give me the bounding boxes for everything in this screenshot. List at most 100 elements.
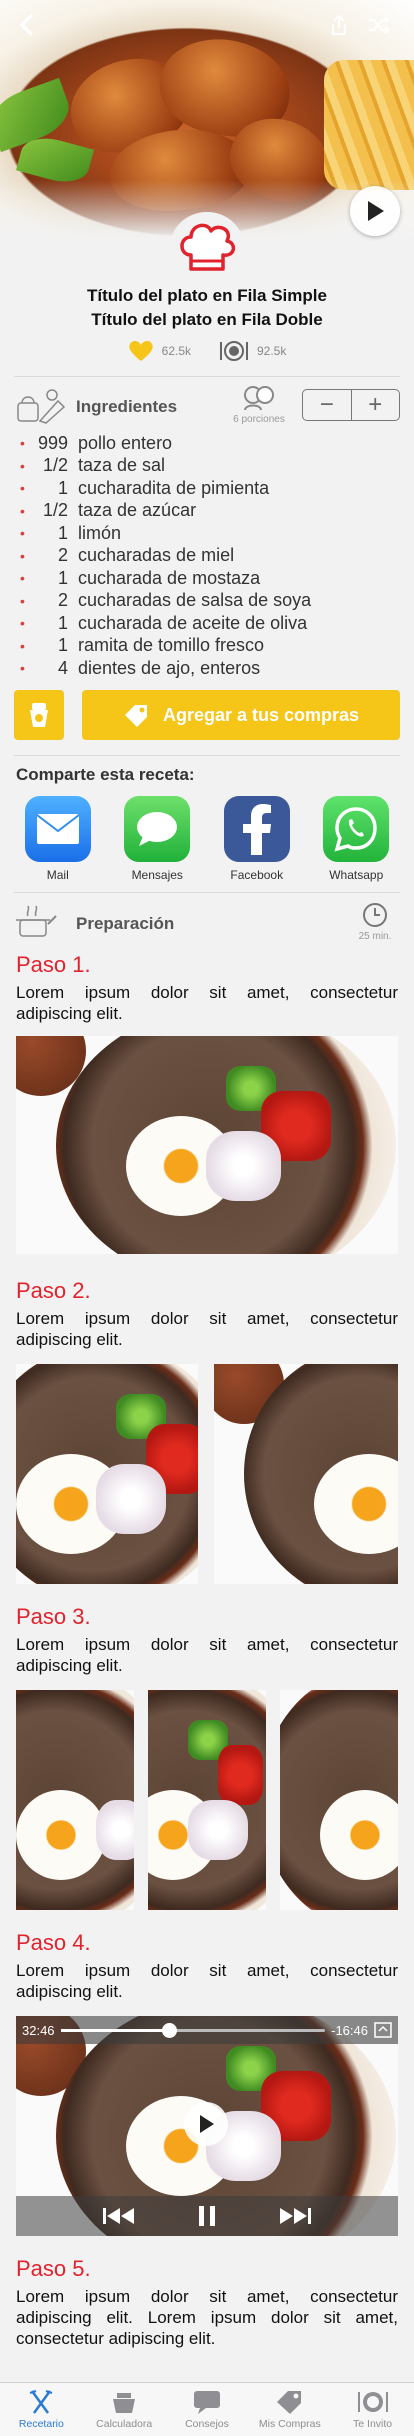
tab-consejos[interactable]: Consejos [166,2383,249,2436]
share-mail-button[interactable]: Mail [18,796,98,882]
step-5-label: Paso 5. [16,2256,91,2281]
share-whatsapp-button[interactable]: Whatsapp [316,796,396,882]
ingredient-text: cucharada de mostaza [78,567,261,588]
prep-time: 25 min. [350,902,400,942]
recipe-title-line1: Título del plato en Fila Simple [87,286,327,305]
ingredient-text: cucharadas de salsa de soya [78,590,312,611]
bullet-icon: • [20,615,25,632]
step-2-photo-2 [214,1364,398,1584]
video-top-bar: 32:46 -16:46 [16,2016,398,2044]
portions-stepper[interactable]: − + [302,389,400,421]
chef-hat-logo [170,212,244,282]
servings-count: 92.5k [257,344,287,358]
plate-icon [357,2392,388,2412]
ingredient-item: • 2 cucharadas de miel [20,545,400,568]
share-messages-button[interactable]: Mensajes [117,796,197,882]
share-row: Mail Mensajes Facebook Whatsapp [0,796,414,882]
ingredient-text: dientes de ajo, enteros [78,657,261,678]
step-5-text: Lorem ipsum dolor sit amet, consectetur … [16,2287,398,2348]
pause-icon[interactable] [198,2205,216,2227]
portions-label: 6 porciones [233,414,285,425]
increase-portions-button[interactable]: + [352,390,400,420]
ingredients-icon [17,389,66,424]
ingredient-qty: 1 [57,522,68,543]
video-controls [16,2196,398,2236]
ingredients-list: • 999 pollo entero • 1/2 taza de sal • 1 cuchara… [20,432,400,680]
tab-recetario[interactable]: Recetario [0,2383,83,2436]
ingredient-qty: 4 [57,657,68,678]
step-3-text: Lorem ipsum dolor sit amet, consectetur … [16,1635,398,1675]
ingredient-text: limón [78,522,122,543]
cart-row: Agregar a tus compras [14,690,400,740]
step-1-label: Paso 1. [16,952,91,977]
scale-icon [30,703,48,727]
fast-forward-icon[interactable] [278,2207,312,2225]
bullet-icon: • [20,435,25,452]
step-1-photo [16,1036,398,1254]
play-video-button[interactable] [350,186,400,236]
tab-label: Mis Compras [258,2418,321,2430]
ingredient-item: • 4 dientes de ajo, enteros [20,657,400,680]
ingredient-item: • 1/2 taza de azúcar [20,500,400,523]
shuffle-button[interactable] [364,10,394,40]
ingredient-qty: 2 [57,590,68,611]
step-2-photo-1 [16,1364,198,1584]
bullet-icon: • [20,660,25,677]
tab-label: Consejos [185,2418,229,2430]
messages-icon [137,812,178,846]
servings-stat: 92.5k [219,340,286,362]
prep-time-label: 25 min. [358,931,392,942]
tab-label: Recetario [18,2418,64,2430]
ingredient-text: cucharada de aceite de oliva [78,612,308,633]
heart-icon [128,341,153,361]
facebook-icon [242,804,271,855]
whatsapp-icon [334,807,378,852]
bullet-icon: • [20,480,25,497]
step-1-text: Lorem ipsum dolor sit amet, consectetur … [16,983,398,1023]
add-to-shopping-list-button[interactable]: Agregar a tus compras [82,690,400,740]
rewind-icon[interactable] [102,2207,136,2225]
share-button[interactable] [324,10,354,40]
mail-icon [36,814,80,844]
bullet-icon: • [20,592,25,609]
video-elapsed: 32:46 [22,2022,55,2038]
shuffle-icon [369,16,390,34]
tab-calculadora[interactable]: Calculadora [83,2383,166,2436]
ingredient-item: • 999 pollo entero [20,432,400,455]
divider [14,892,400,893]
ingredient-item: • 1 limón [20,522,400,545]
ingredient-item: • 1/2 taza de sal [20,455,400,478]
tab-te-invito[interactable]: Te Invito [331,2383,414,2436]
video-remaining: -16:46 [331,2022,368,2038]
share-label: Mensajes [131,868,183,882]
ingredient-item: • 1 ramita de tomillo fresco [20,635,400,658]
scrubber-knob[interactable] [162,2022,178,2038]
decrease-portions-button[interactable]: − [303,390,352,420]
scale-icon [113,2393,136,2413]
ingredient-text: cucharadita de pimienta [78,477,270,498]
step-4-video[interactable]: 32:46 -16:46 [16,2016,398,2236]
add-to-shopping-list-label: Agregar a tus compras [162,704,360,725]
step-3-label: Paso 3. [16,1604,91,1629]
ingredient-item: • 1 cucharada de aceite de oliva [20,612,400,635]
step-2-label: Paso 2. [16,1278,91,1303]
ingredient-text: ramita de tomillo fresco [78,635,265,656]
share-label: Mail [46,868,69,882]
share-icon [332,14,346,35]
back-button[interactable] [12,10,42,40]
tag-icon [124,705,147,727]
share-facebook-button[interactable]: Facebook [217,796,297,882]
share-label: Facebook [230,868,284,882]
tab-mis-compras[interactable]: Mis Compras [248,2383,331,2436]
video-scrubber[interactable] [60,2022,326,2038]
bullet-icon: • [20,547,25,564]
ingredient-qty: 1/2 [42,455,68,476]
fullscreen-icon[interactable] [374,2022,392,2038]
divider [14,755,400,756]
scale-button[interactable] [14,690,64,740]
share-label: Whatsapp [329,868,384,882]
video-play-button[interactable] [184,2102,228,2146]
ingredient-qty: 1 [57,635,68,656]
likes-stat[interactable]: 62.5k [128,340,191,362]
people-icon [244,386,274,411]
